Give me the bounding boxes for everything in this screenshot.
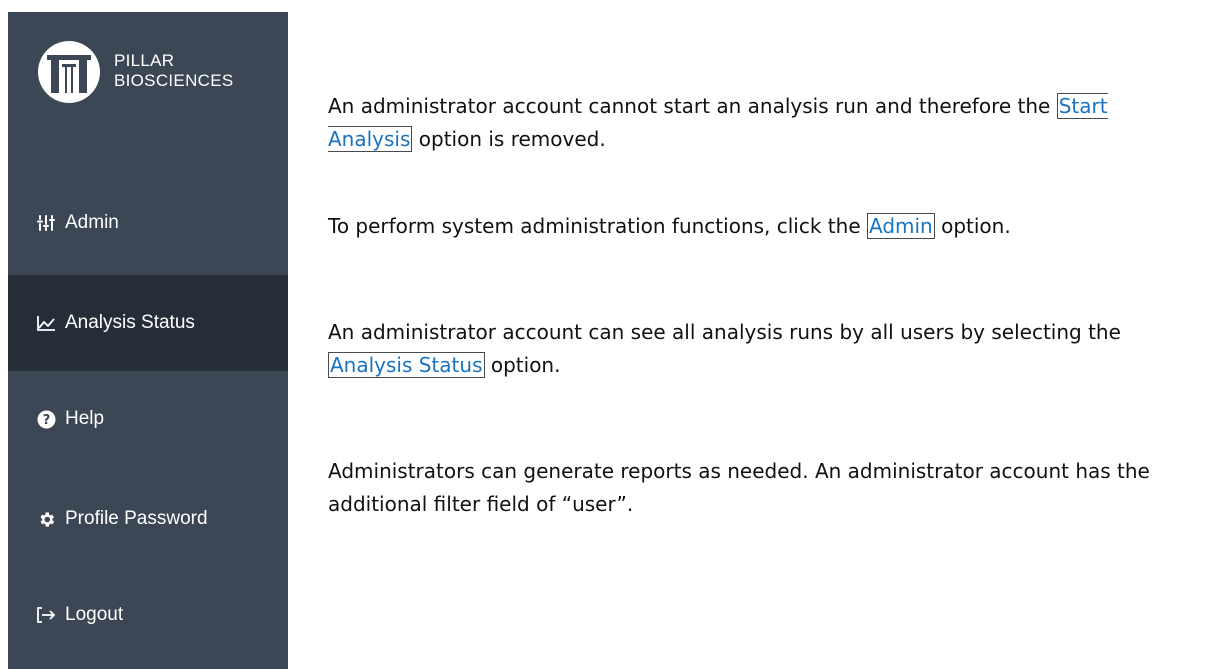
svg-text:?: ?: [42, 413, 50, 428]
brand-line-2: BIOSCIENCES: [114, 71, 234, 90]
sidebar-item-help[interactable]: ? Help: [8, 371, 288, 467]
brand-name: PILLAR BIOSCIENCES: [114, 51, 234, 91]
brand-line-1: PILLAR: [114, 51, 175, 70]
admin-option: Admin: [866, 213, 935, 239]
gear-icon: [35, 508, 57, 530]
p4-text: Administrators can generate reports as n…: [328, 459, 1150, 516]
paragraph-admin: To perform system administration functio…: [328, 210, 1198, 243]
sidebar-item-label: Admin: [65, 212, 119, 233]
sidebar-item-analysis-status[interactable]: Analysis Status: [8, 275, 288, 371]
sidebar-item-logout[interactable]: Logout: [8, 567, 288, 663]
sidebar-item-label: Analysis Status: [65, 312, 195, 333]
sidebar-item-label: Help: [65, 408, 105, 429]
p1-text-before: An administrator account cannot start an…: [328, 94, 1057, 118]
p2-text-before: To perform system administration functio…: [328, 214, 867, 238]
paragraph-reports: Administrators can generate reports as n…: [328, 455, 1198, 521]
sidebar-item-label: Logout: [65, 604, 124, 625]
analysis-status-option: Analysis Status: [328, 352, 485, 378]
sidebar-item-label: Profile Password: [65, 508, 208, 529]
paragraph-analysis-status: An administrator account can see all ana…: [328, 316, 1198, 382]
brand-logo[interactable]: PILLAR BIOSCIENCES: [38, 37, 288, 107]
question-circle-icon: ?: [35, 408, 57, 430]
sidebar-item-admin[interactable]: Admin: [8, 175, 288, 271]
line-chart-icon: [35, 312, 57, 334]
p3-text-before: An administrator account can see all ana…: [328, 320, 1121, 344]
p2-text-after: option.: [934, 214, 1011, 238]
pillar-logo-icon: [38, 41, 100, 103]
sidebar: PILLAR BIOSCIENCES Admin Analysis Status…: [8, 12, 288, 669]
sliders-icon: [35, 212, 57, 234]
logout-icon: [35, 604, 57, 626]
p3-text-after: option.: [484, 353, 561, 377]
paragraph-start-analysis: An administrator account cannot start an…: [328, 90, 1198, 156]
sidebar-item-profile-password[interactable]: Profile Password: [8, 471, 288, 567]
p1-text-after: option is removed.: [412, 127, 606, 151]
